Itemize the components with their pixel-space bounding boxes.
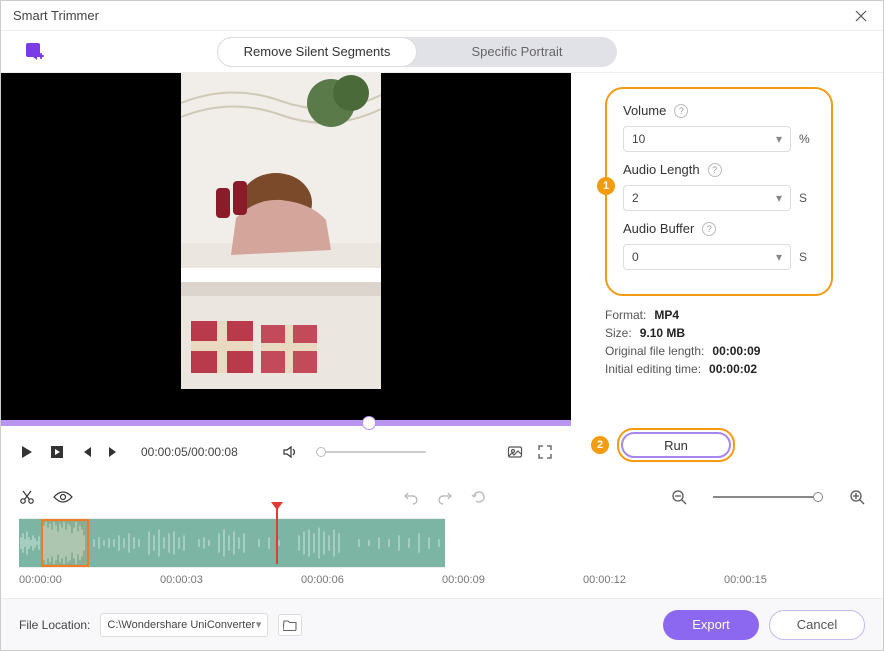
zoom-handle[interactable] bbox=[813, 492, 823, 502]
audio-buffer-label: Audio Buffer? bbox=[623, 221, 815, 236]
run-highlight: Run bbox=[617, 428, 735, 462]
tab-specific-portrait[interactable]: Specific Portrait bbox=[417, 37, 617, 67]
time-ruler: 00:00:00 00:00:03 00:00:06 00:00:09 00:0… bbox=[19, 574, 865, 586]
timeline-editor: 00:00:00 00:00:03 00:00:06 00:00:09 00:0… bbox=[1, 478, 883, 588]
orig-len-label: Original file length: bbox=[605, 344, 704, 358]
selection-range[interactable] bbox=[41, 519, 89, 567]
tick-5: 00:00:15 bbox=[724, 574, 865, 586]
audio-length-label: Audio Length? bbox=[623, 162, 815, 177]
audio-length-select[interactable]: 2▾ bbox=[623, 185, 791, 211]
format-value: MP4 bbox=[654, 308, 679, 322]
next-button[interactable] bbox=[107, 445, 121, 459]
redo-button[interactable] bbox=[437, 489, 453, 505]
volume-label: Volume? bbox=[623, 103, 815, 118]
size-value: 9.10 MB bbox=[640, 326, 685, 340]
tick-4: 00:00:12 bbox=[583, 574, 724, 586]
playhead[interactable] bbox=[276, 504, 278, 564]
silent-settings-group: 1 Volume? 10▾ % Audio Length? 2▾ S Audio… bbox=[605, 87, 833, 296]
window-title: Smart Trimmer bbox=[13, 8, 851, 23]
help-icon[interactable]: ? bbox=[708, 163, 722, 177]
tick-0: 00:00:00 bbox=[19, 574, 160, 586]
format-label: Format: bbox=[605, 308, 646, 322]
volume-button[interactable] bbox=[282, 444, 298, 460]
close-icon bbox=[855, 10, 867, 22]
orig-len-value: 00:00:09 bbox=[712, 344, 760, 358]
audio-length-unit: S bbox=[799, 191, 815, 205]
main-area: 00:00:05/00:00:08 1 Volume? 10▾ % Audio … bbox=[1, 73, 883, 478]
volume-slider[interactable] bbox=[316, 451, 426, 453]
titlebar: Smart Trimmer bbox=[1, 1, 883, 31]
close-button[interactable] bbox=[851, 6, 871, 26]
tab-remove-silent[interactable]: Remove Silent Segments bbox=[217, 37, 417, 67]
preview-toggle-button[interactable] bbox=[53, 490, 73, 504]
zoom-in-button[interactable] bbox=[849, 489, 865, 505]
tick-3: 00:00:09 bbox=[442, 574, 583, 586]
play-button[interactable] bbox=[19, 444, 35, 460]
edit-time-value: 00:00:02 bbox=[709, 362, 757, 376]
settings-panel: 1 Volume? 10▾ % Audio Length? 2▾ S Audio… bbox=[571, 73, 883, 478]
volume-select[interactable]: 10▾ bbox=[623, 126, 791, 152]
chevron-down-icon: ▾ bbox=[776, 191, 782, 205]
time-total: 00:00:08 bbox=[191, 445, 238, 459]
waveform-track[interactable] bbox=[19, 518, 445, 568]
preview-frame bbox=[181, 73, 381, 420]
mode-tabs: Remove Silent Segments Specific Portrait bbox=[217, 37, 617, 67]
time-current: 00:00:05 bbox=[141, 445, 188, 459]
folder-icon bbox=[283, 619, 297, 631]
seek-handle[interactable] bbox=[362, 416, 376, 430]
open-folder-button[interactable] bbox=[278, 614, 302, 636]
callout-badge-2: 2 bbox=[591, 436, 609, 454]
help-icon[interactable]: ? bbox=[674, 104, 688, 118]
undo-button[interactable] bbox=[403, 489, 419, 505]
smart-trimmer-window: Smart Trimmer Remove Silent Segments Spe… bbox=[0, 0, 884, 651]
tab-row: Remove Silent Segments Specific Portrait bbox=[1, 31, 883, 73]
snapshot-button[interactable] bbox=[507, 444, 523, 460]
zoom-out-button[interactable] bbox=[671, 489, 687, 505]
run-button[interactable]: Run bbox=[621, 432, 731, 458]
tick-1: 00:00:03 bbox=[160, 574, 301, 586]
app-logo-icon bbox=[23, 40, 47, 64]
step-button[interactable] bbox=[49, 444, 65, 460]
tick-2: 00:00:06 bbox=[301, 574, 442, 586]
volume-unit: % bbox=[799, 132, 815, 146]
help-icon[interactable]: ? bbox=[702, 222, 716, 236]
file-location-label: File Location: bbox=[19, 618, 90, 632]
audio-buffer-unit: S bbox=[799, 250, 815, 264]
chevron-down-icon: ▾ bbox=[256, 618, 262, 631]
bottom-bar: File Location: C:\Wondershare UniConvert… bbox=[1, 598, 883, 650]
callout-badge-1: 1 bbox=[597, 177, 615, 195]
video-preview[interactable] bbox=[1, 73, 571, 420]
cut-button[interactable] bbox=[19, 489, 35, 505]
export-button[interactable]: Export bbox=[663, 610, 759, 640]
refresh-button[interactable] bbox=[471, 489, 487, 505]
chevron-down-icon: ▾ bbox=[776, 132, 782, 146]
file-info: Format: MP4 Size: 9.10 MB Original file le… bbox=[605, 308, 833, 380]
player-controls: 00:00:05/00:00:08 bbox=[1, 426, 571, 478]
edit-time-label: Initial editing time: bbox=[605, 362, 701, 376]
fullscreen-button[interactable] bbox=[537, 444, 553, 460]
prev-button[interactable] bbox=[79, 445, 93, 459]
chevron-down-icon: ▾ bbox=[776, 250, 782, 264]
zoom-slider[interactable] bbox=[713, 496, 823, 498]
file-location-select[interactable]: C:\Wondershare UniConverter▾ bbox=[100, 613, 268, 637]
timecode: 00:00:05/00:00:08 bbox=[141, 445, 238, 459]
cancel-button[interactable]: Cancel bbox=[769, 610, 865, 640]
size-label: Size: bbox=[605, 326, 632, 340]
timeline-tools bbox=[19, 484, 865, 510]
volume-handle[interactable] bbox=[316, 447, 326, 457]
audio-buffer-select[interactable]: 0▾ bbox=[623, 244, 791, 270]
run-row: 2 Run bbox=[591, 428, 833, 462]
seek-bar[interactable] bbox=[1, 420, 571, 426]
left-column: 00:00:05/00:00:08 bbox=[1, 73, 571, 478]
